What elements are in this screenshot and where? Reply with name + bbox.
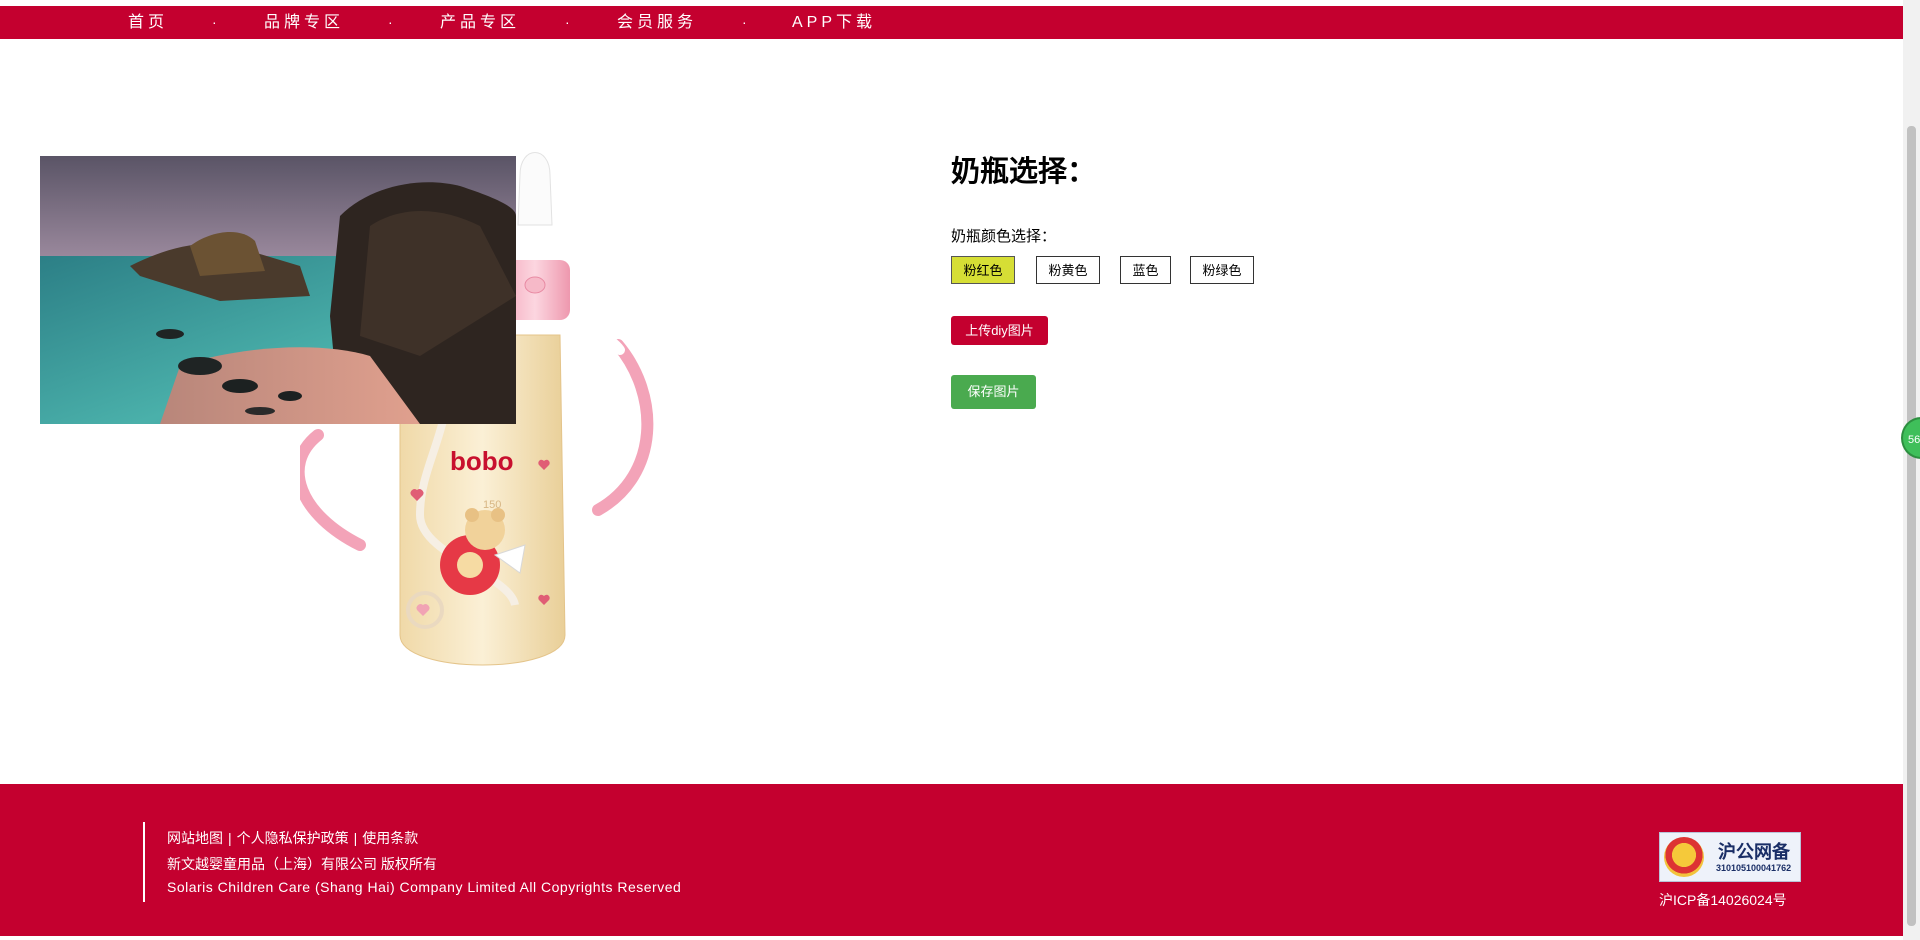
police-record-badge[interactable]: 沪公网备 310105100041762: [1659, 832, 1801, 882]
footer-copyright: Solaris Children Care (Shang Hai) Compan…: [167, 879, 682, 895]
uploaded-diy-photo[interactable]: [40, 156, 516, 424]
icp-number[interactable]: 沪ICP备14026024号: [1659, 890, 1787, 910]
footer-company: 新文越婴童用品（上海）有限公司 版权所有: [167, 856, 437, 872]
nav-item-member[interactable]: 会员服务: [617, 6, 697, 39]
nav-item-app-download[interactable]: APP下载: [792, 6, 876, 39]
bottle-select-title: 奶瓶选择：: [951, 156, 1097, 188]
color-option-pink-yellow[interactable]: 粉黄色: [1036, 256, 1100, 284]
nav-separator: ·: [565, 14, 570, 30]
footer-link-separator: |: [228, 830, 232, 846]
footer-links: 网站地图 | 个人隐私保护政策 | 使用条款: [167, 828, 418, 848]
main-nav: 首页 · 品牌专区 · 产品专区 · 会员服务 · APP下载: [0, 6, 1903, 39]
footer-link-sitemap[interactable]: 网站地图: [167, 830, 223, 846]
nav-item-products[interactable]: 产品专区: [440, 6, 520, 39]
color-option-pink-red[interactable]: 粉红色: [951, 256, 1015, 284]
nav-separator: ·: [388, 14, 393, 30]
bottom-strip: [0, 936, 1903, 940]
bottle-brand-text: bobo: [450, 446, 514, 476]
police-emblem-icon: [1664, 837, 1704, 877]
color-option-blue[interactable]: 蓝色: [1120, 256, 1171, 284]
bottle-color-label: 奶瓶颜色选择：: [951, 228, 1057, 245]
footer-divider: [143, 822, 145, 902]
footer-link-terms[interactable]: 使用条款: [362, 830, 418, 846]
police-record-title: 沪公网备: [1718, 842, 1790, 862]
nav-separator: ·: [212, 14, 217, 30]
footer-link-separator: |: [353, 830, 358, 846]
footer: 网站地图 | 个人隐私保护政策 | 使用条款 新文越婴童用品（上海）有限公司 版权所有 …: [0, 784, 1903, 936]
nav-item-home[interactable]: 首页: [128, 6, 168, 39]
nav-separator: ·: [742, 14, 747, 30]
save-image-button[interactable]: 保存图片: [951, 375, 1036, 409]
page-scrollbar-thumb[interactable]: [1907, 126, 1916, 926]
color-option-pink-green[interactable]: 粉绿色: [1190, 256, 1254, 284]
police-record-number: 310105100041762: [1716, 863, 1792, 873]
footer-link-privacy[interactable]: 个人隐私保护政策: [237, 830, 349, 846]
nav-item-brand[interactable]: 品牌专区: [264, 6, 344, 39]
upload-diy-image-button[interactable]: 上传diy图片: [951, 316, 1048, 345]
